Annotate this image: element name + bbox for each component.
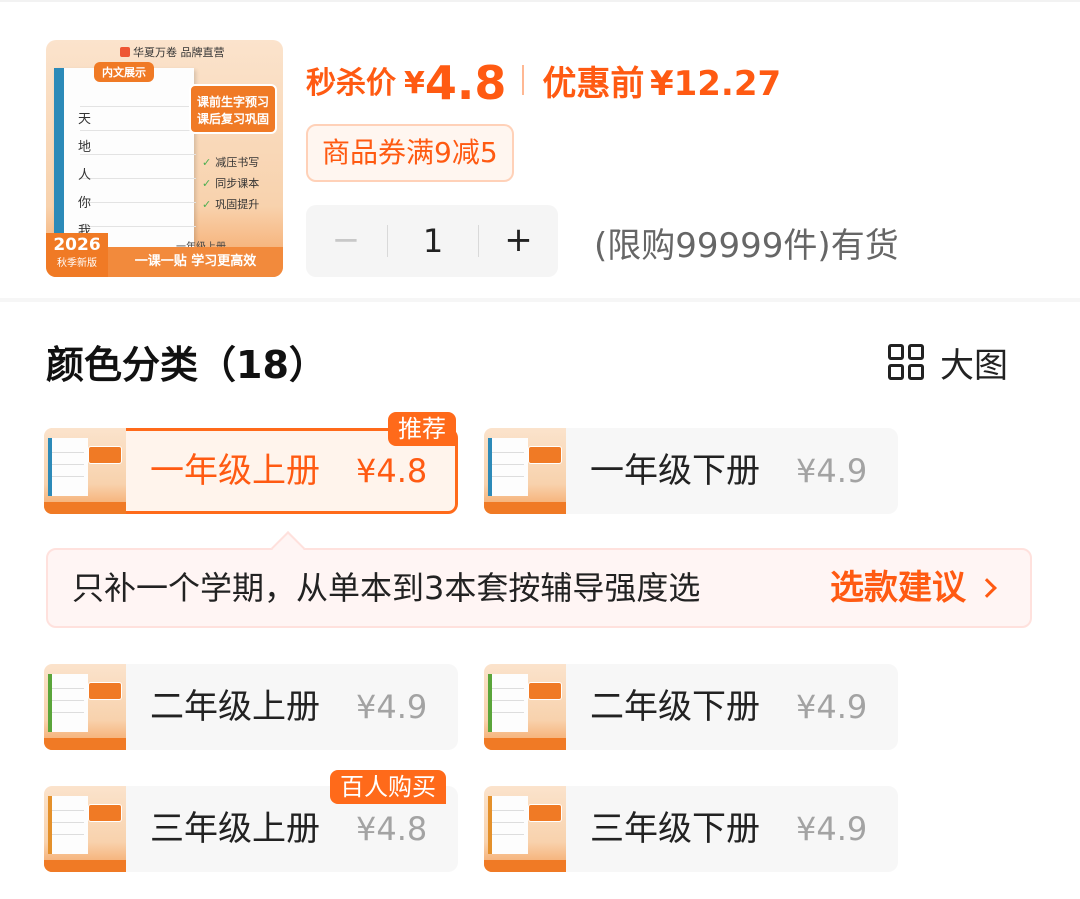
thumbnail-tag: 内文展示	[94, 62, 154, 82]
variant-card-grade3-lower[interactable]: 三年级下册 ¥4.9	[484, 786, 898, 872]
selection-tip-banner[interactable]: 只补一个学期，从单本到3本套按辅导强度选 选款建议	[46, 531, 1032, 628]
big-view-toggle[interactable]: 大图	[888, 338, 1008, 386]
variant-name: 三年级下册	[590, 809, 760, 849]
coupon-badge[interactable]: 商品券满9减5	[306, 124, 514, 182]
popular-badge: 百人购买	[330, 770, 446, 804]
section-divider	[0, 298, 1080, 302]
variant-price: ¥4.9	[796, 810, 868, 848]
quantity-input[interactable]: 1	[388, 205, 478, 277]
thumbnail-features: ✓ 减压书写 ✓ 同步课本 ✓ 巩固提升	[202, 156, 260, 211]
check-icon: ✓	[202, 177, 212, 190]
variant-name: 一年级下册	[590, 451, 760, 491]
check-icon: ✓	[202, 156, 212, 169]
currency-symbol: ¥	[404, 66, 425, 101]
sample-char: 你	[78, 196, 92, 211]
product-thumbnail[interactable]: 华夏万卷 品牌直营 天 地 人 你 我 内文展示 课前生字预习 课后复习巩固 ✓…	[46, 40, 283, 277]
variant-name: 三年级上册	[150, 809, 320, 849]
recommend-badge: 推荐	[388, 412, 456, 446]
variant-card-grade2-lower[interactable]: 二年级下册 ¥4.9	[484, 664, 898, 750]
selection-advice-link[interactable]: 选款建议	[830, 550, 997, 626]
thumbnail-edition: 2026 秋季新版	[46, 233, 108, 277]
price-separator	[522, 65, 525, 95]
original-price: ¥12.27	[649, 64, 782, 104]
variant-thumbnail	[484, 428, 566, 514]
grid-view-icon	[888, 343, 926, 382]
variant-thumbnail	[44, 664, 126, 750]
flash-price-label: 秒杀价	[306, 66, 396, 101]
variant-price: ¥4.9	[356, 688, 428, 726]
variant-section-title: 颜色分类（18）	[46, 343, 327, 387]
variant-name: 二年级上册	[150, 687, 320, 727]
sample-char: 天	[78, 112, 92, 127]
variant-thumbnail	[484, 786, 566, 872]
chevron-right-icon	[977, 578, 997, 598]
check-icon: ✓	[202, 198, 212, 211]
flash-price: 4.8	[424, 56, 507, 110]
variant-card-grade2-upper[interactable]: 二年级上册 ¥4.9	[44, 664, 458, 750]
decrease-button[interactable]: −	[306, 205, 386, 277]
thumbnail-brand: 华夏万卷 品牌直营	[120, 44, 225, 60]
big-view-label: 大图	[940, 346, 1008, 386]
variant-thumbnail	[484, 664, 566, 750]
price-row: 秒杀价 ¥4.8 优惠前 ¥12.27	[306, 56, 781, 110]
variant-card-grade1-lower[interactable]: 一年级下册 ¥4.9	[484, 428, 898, 514]
thumbnail-callout: 课前生字预习 课后复习巩固	[189, 84, 277, 134]
tip-message: 只补一个学期，从单本到3本套按辅导强度选	[72, 569, 701, 607]
quantity-stepper: − 1 +	[306, 205, 558, 277]
variant-name: 二年级下册	[590, 687, 760, 727]
thumbnail-slogan: 一课一贴 学习更高效	[108, 247, 283, 277]
stock-status: (限购99999件)有货	[594, 226, 899, 266]
increase-button[interactable]: +	[479, 205, 558, 277]
sample-char: 人	[78, 168, 92, 183]
variant-thumbnail	[44, 786, 126, 872]
variant-name: 一年级上册	[150, 451, 320, 491]
sample-char: 地	[78, 140, 92, 155]
original-price-label: 优惠前	[542, 64, 645, 104]
variant-price: ¥4.9	[796, 688, 868, 726]
variant-thumbnail	[44, 428, 126, 514]
top-divider	[0, 0, 1080, 2]
thumbnail-book: 天 地 人 你 我	[54, 68, 196, 256]
variant-price: ¥4.9	[796, 452, 868, 490]
